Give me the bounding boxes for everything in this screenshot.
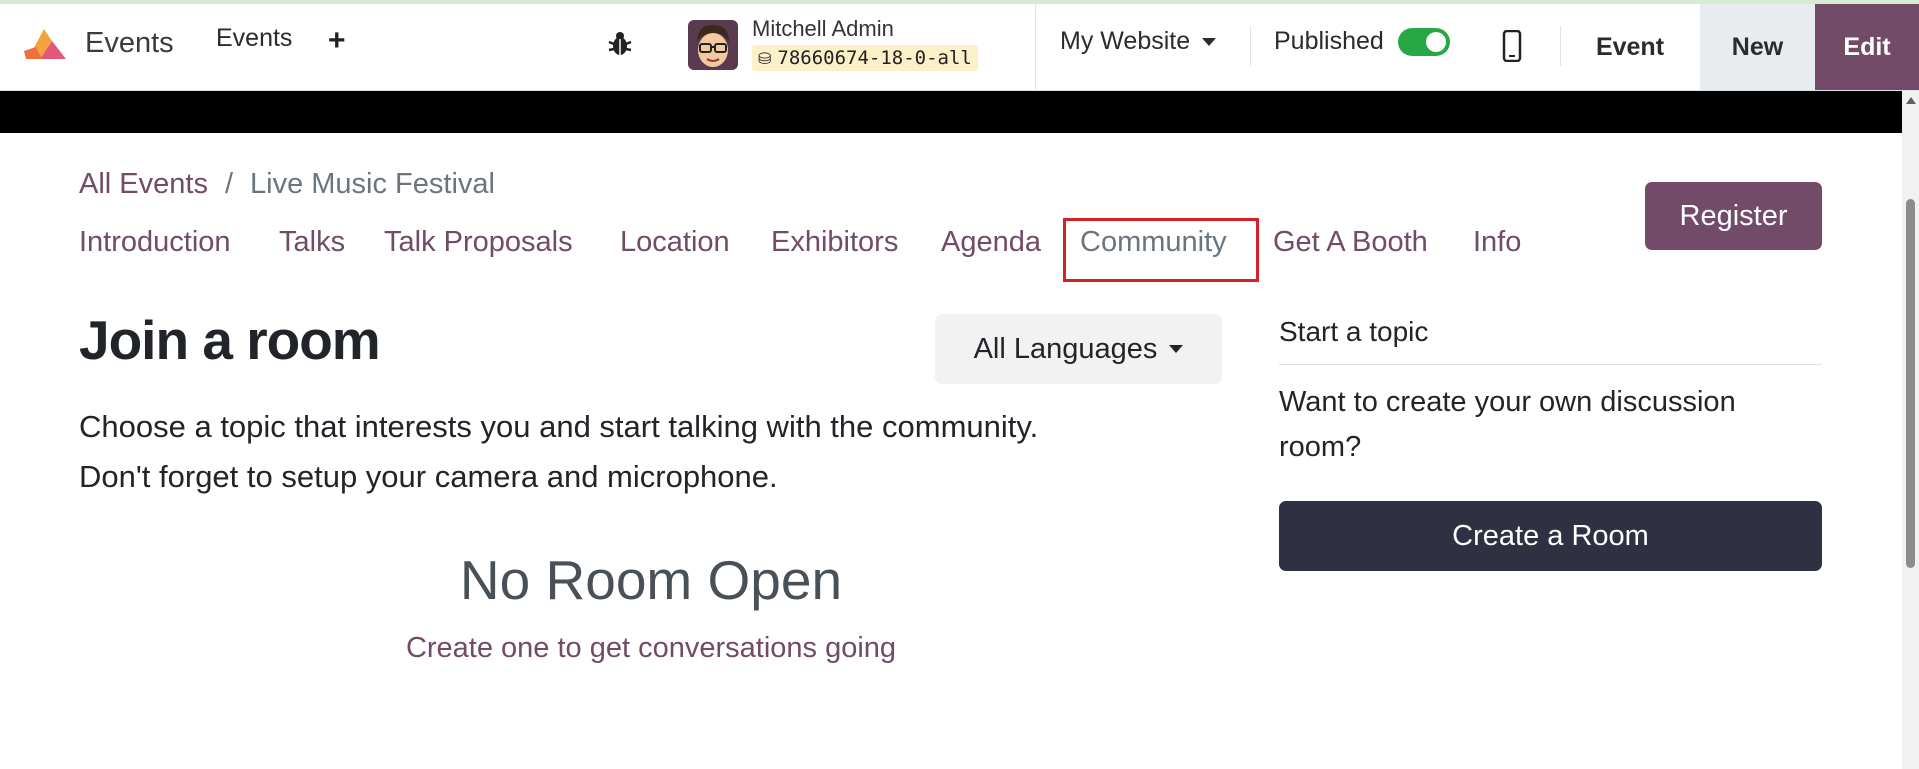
page-banner xyxy=(0,91,1902,133)
edit-button[interactable]: Edit xyxy=(1815,4,1919,90)
breadcrumb-separator: / xyxy=(224,168,234,200)
tab-highlight-box xyxy=(1063,218,1259,282)
register-button[interactable]: Register xyxy=(1645,182,1822,250)
tab-get-a-booth[interactable]: Get A Booth xyxy=(1273,226,1428,259)
intro-line: Don't forget to setup your camera and mi… xyxy=(79,459,778,494)
new-page-plus-icon[interactable]: + xyxy=(328,24,346,58)
event-button[interactable]: Event xyxy=(1568,4,1692,90)
database-badge: ⛁ 78660674-18-0-all xyxy=(752,45,978,71)
sidebar-text: Want to create your own discussion room? xyxy=(1279,386,1736,463)
website-selector[interactable]: My Website xyxy=(1060,27,1217,56)
user-avatar[interactable] xyxy=(688,20,738,70)
language-filter-label: All Languages xyxy=(973,332,1158,365)
tab-exhibitors[interactable]: Exhibitors xyxy=(771,226,898,259)
scroll-thumb[interactable] xyxy=(1906,199,1915,568)
intro-text: Choose a topic that interests you and st… xyxy=(79,402,1229,502)
menu-events[interactable]: Events xyxy=(216,24,292,53)
tab-info[interactable]: Info xyxy=(1473,226,1521,259)
website-name: My Website xyxy=(1060,27,1191,55)
navbar-divider xyxy=(1250,26,1251,66)
new-button[interactable]: New xyxy=(1700,4,1815,90)
events-logo-icon xyxy=(24,29,66,59)
mobile-phone-icon[interactable] xyxy=(1502,30,1522,62)
tab-talks[interactable]: Talks xyxy=(279,226,345,259)
bug-icon[interactable] xyxy=(606,30,634,58)
app-name: Events xyxy=(85,26,174,59)
sidebar-title: Start a topic xyxy=(1279,316,1429,347)
tab-talk-proposals[interactable]: Talk Proposals xyxy=(384,226,573,259)
create-room-button[interactable]: Create a Room xyxy=(1279,501,1822,571)
language-filter-dropdown[interactable]: All Languages xyxy=(935,314,1222,384)
tab-introduction[interactable]: Introduction xyxy=(79,226,231,259)
page-scrollbar[interactable] xyxy=(1902,91,1919,769)
published-toggle-group[interactable]: Published xyxy=(1274,27,1450,56)
sidebar-divider xyxy=(1279,364,1822,365)
empty-state-title: No Room Open xyxy=(459,549,843,611)
published-label: Published xyxy=(1274,27,1384,55)
tab-location[interactable]: Location xyxy=(620,226,730,259)
navbar-divider xyxy=(1035,4,1036,90)
scroll-up-icon[interactable] xyxy=(1906,97,1916,104)
user-menu[interactable]: Mitchell Admin ⛁ 78660674-18-0-all xyxy=(752,16,978,71)
empty-state-subtitle: Create one to get conversations going xyxy=(405,632,897,664)
breadcrumb: All Events / Live Music Festival xyxy=(79,168,495,201)
breadcrumb-current: Live Music Festival xyxy=(250,168,495,200)
chevron-down-icon xyxy=(1169,345,1184,353)
database-name: 78660674-18-0-all xyxy=(777,47,972,69)
database-icon: ⛁ xyxy=(758,48,772,68)
breadcrumb-all-events[interactable]: All Events xyxy=(79,168,208,201)
user-name: Mitchell Admin xyxy=(752,16,894,41)
page-title: Join a room xyxy=(79,309,381,371)
chevron-down-icon xyxy=(1202,37,1217,46)
intro-line: Choose a topic that interests you and st… xyxy=(79,409,1039,444)
navbar-divider xyxy=(1560,26,1561,66)
tab-agenda[interactable]: Agenda xyxy=(941,226,1041,259)
avatar-face-icon xyxy=(688,20,738,70)
published-toggle[interactable] xyxy=(1397,27,1450,56)
app-brand[interactable]: Events xyxy=(22,18,174,68)
